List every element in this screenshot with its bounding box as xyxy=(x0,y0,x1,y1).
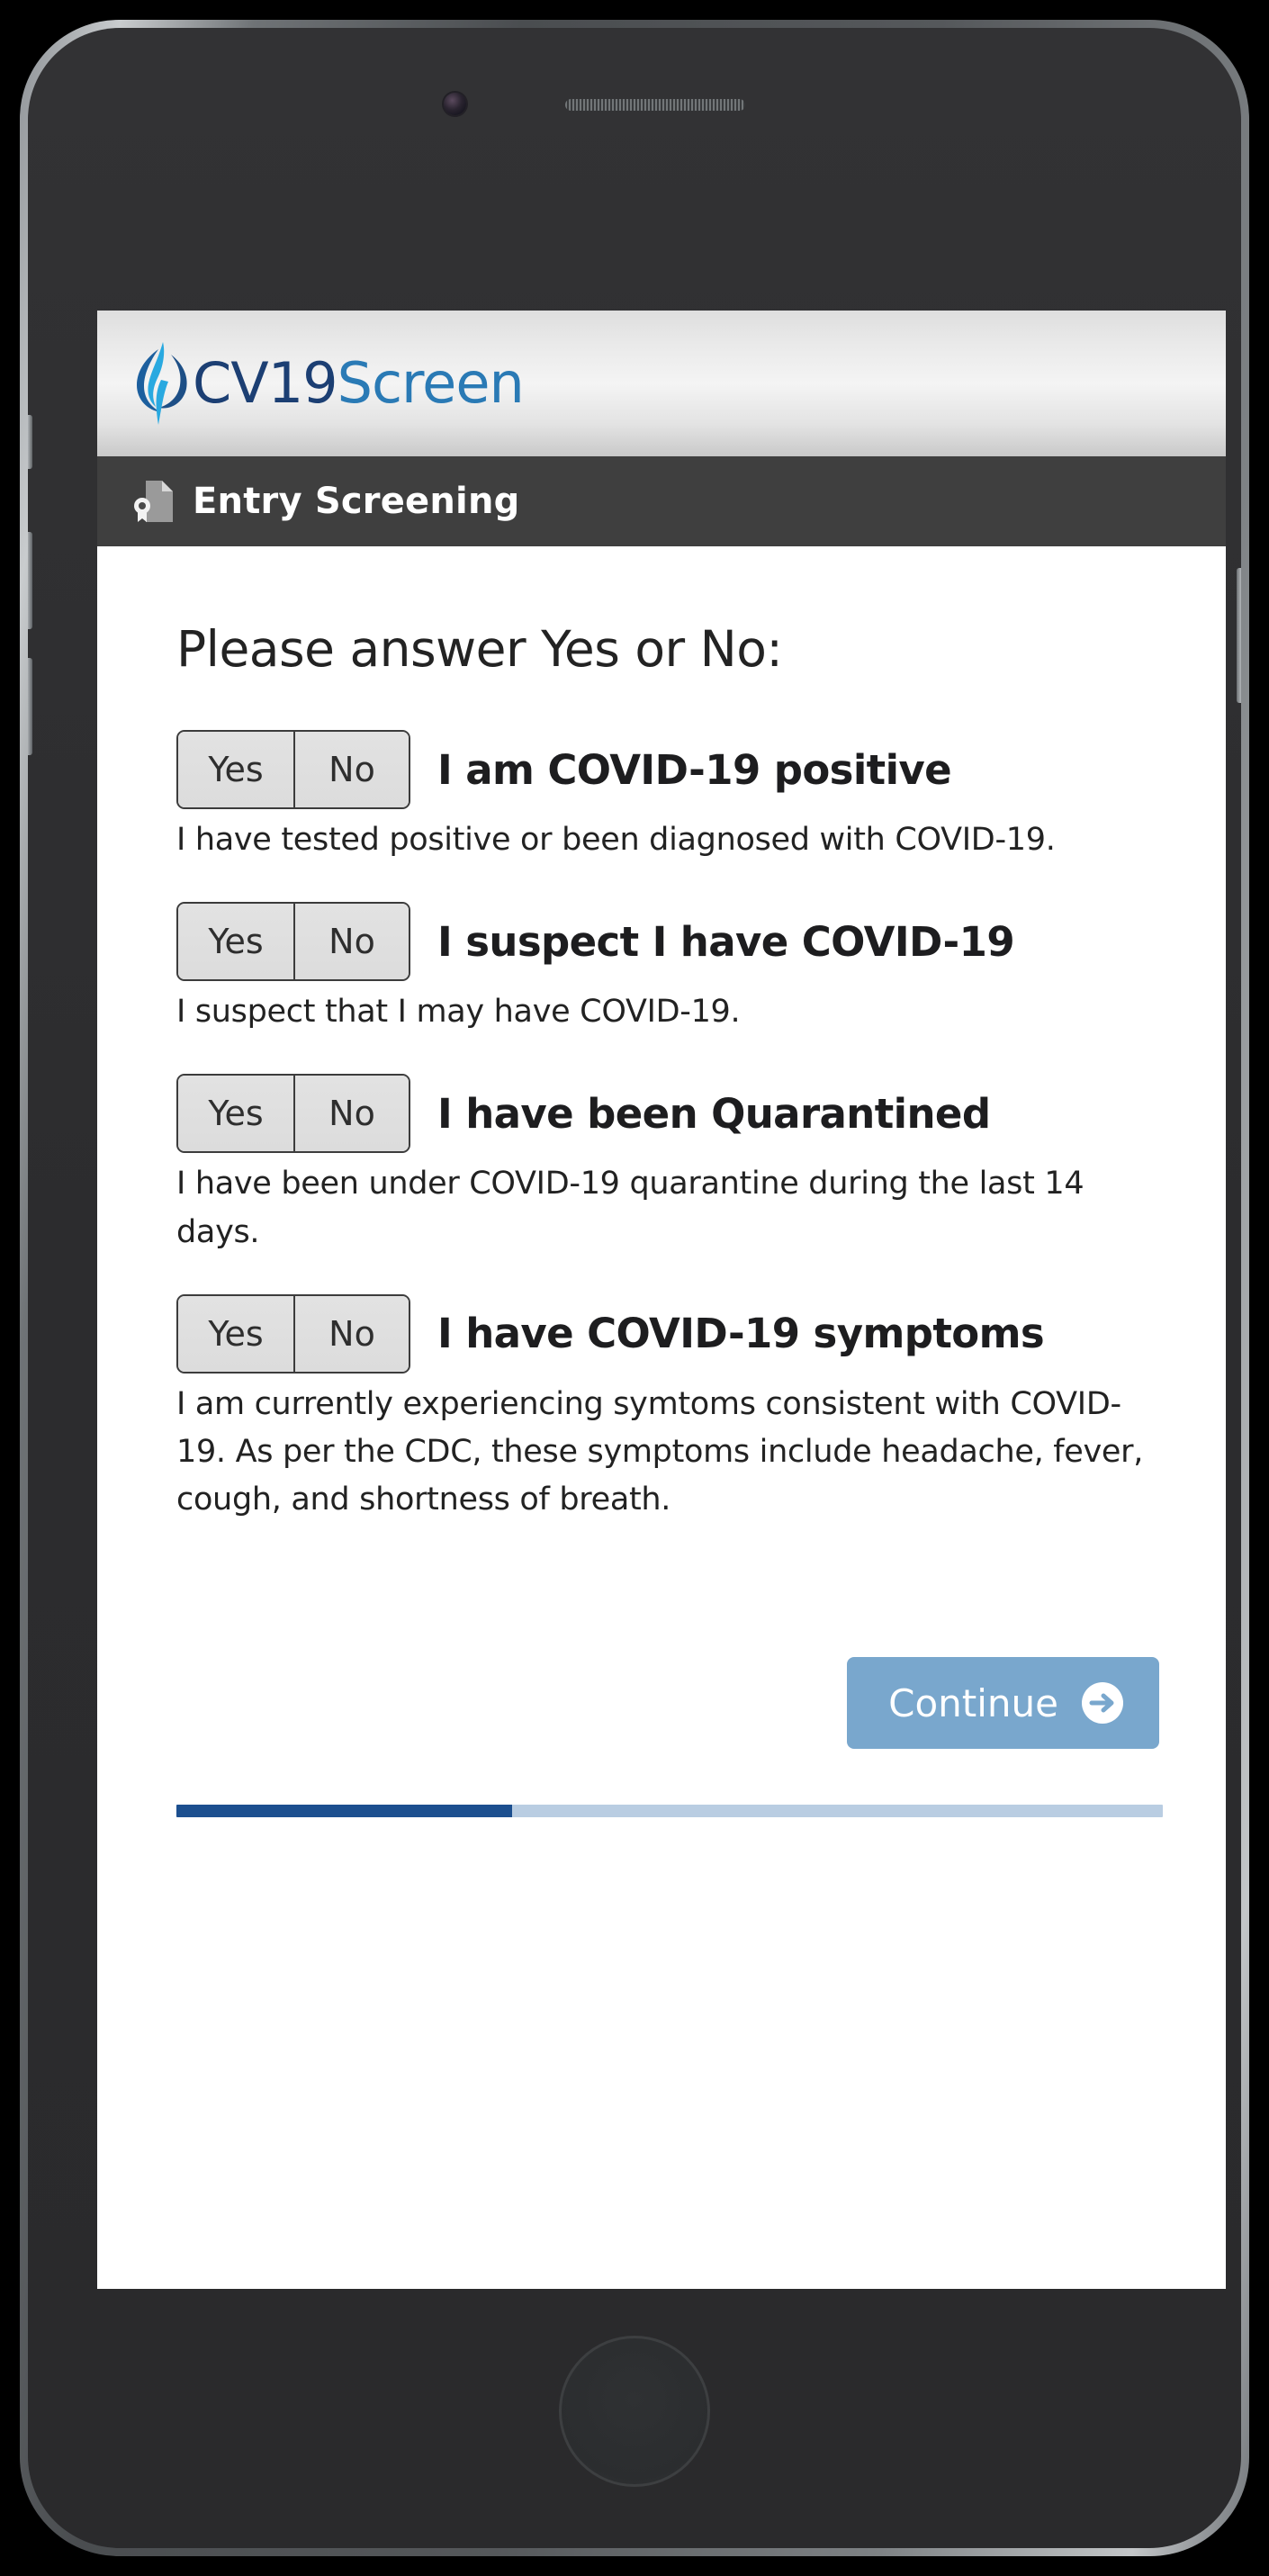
question-item: Yes No I am COVID-19 positive I have tes… xyxy=(176,730,1163,864)
logo-secondary-text: Screen xyxy=(337,350,525,416)
yes-no-toggle[interactable]: Yes No xyxy=(176,1074,410,1154)
screening-form: Please answer Yes or No: Yes No I am COV… xyxy=(97,546,1226,1818)
screenshot-stage: CV19Screen Entry Screening Please answer… xyxy=(0,0,1269,2576)
question-title: I suspect I have COVID-19 xyxy=(437,917,1015,966)
question-item: Yes No I suspect I have COVID-19 I suspe… xyxy=(176,902,1163,1036)
question-row: Yes No I have COVID-19 symptoms xyxy=(176,1293,1163,1374)
earpiece-speaker-icon xyxy=(565,99,745,111)
sensor-row xyxy=(28,78,1241,132)
question-row: Yes No I have been Quarantined xyxy=(176,1074,1163,1154)
volume-down-button[interactable] xyxy=(28,658,32,755)
page-title: Entry Screening xyxy=(193,481,520,522)
phone-screen: CV19Screen Entry Screening Please answer… xyxy=(97,311,1226,2289)
phone-body: CV19Screen Entry Screening Please answer… xyxy=(28,28,1241,2548)
no-option[interactable]: No xyxy=(293,1076,409,1152)
question-item: Yes No I have COVID-19 symptoms I am cur… xyxy=(176,1293,1163,1525)
no-option[interactable]: No xyxy=(293,732,409,807)
question-item: Yes No I have been Quarantined I have be… xyxy=(176,1074,1163,1256)
yes-no-toggle[interactable]: Yes No xyxy=(176,902,410,982)
continue-button[interactable]: Continue xyxy=(847,1657,1159,1750)
question-title: I have been Quarantined xyxy=(437,1089,991,1138)
page-title-bar: Entry Screening xyxy=(97,456,1226,546)
screening-document-icon xyxy=(134,481,173,522)
yes-option[interactable]: Yes xyxy=(178,1295,293,1372)
question-description: I have tested positive or been diagnosed… xyxy=(176,822,1056,858)
silent-switch[interactable] xyxy=(28,415,32,469)
form-actions: Continue xyxy=(176,1657,1163,1750)
question-description: I have been under COVID-19 quarantine du… xyxy=(176,1166,1084,1250)
form-heading: Please answer Yes or No: xyxy=(176,620,783,678)
progress-bar-track xyxy=(176,1805,1163,1818)
question-row: Yes No I am COVID-19 positive xyxy=(176,730,1163,809)
yes-option[interactable]: Yes xyxy=(178,1076,293,1152)
yes-option[interactable]: Yes xyxy=(178,732,293,807)
arrow-right-circle-icon xyxy=(1082,1682,1123,1725)
cv19-flame-logo-icon xyxy=(137,342,187,425)
yes-no-toggle[interactable]: Yes No xyxy=(176,730,410,809)
continue-button-label: Continue xyxy=(888,1680,1058,1725)
no-option[interactable]: No xyxy=(293,1295,409,1372)
camera-icon xyxy=(444,93,466,115)
question-description: I am currently experiencing symtoms cons… xyxy=(176,1385,1144,1518)
yes-option[interactable]: Yes xyxy=(178,904,293,980)
question-title: I am COVID-19 positive xyxy=(437,745,952,794)
logo-primary-text: CV19 xyxy=(193,350,338,416)
power-button[interactable] xyxy=(1237,568,1241,703)
question-row: Yes No I suspect I have COVID-19 xyxy=(176,902,1163,982)
volume-up-button[interactable] xyxy=(28,532,32,629)
app-logo[interactable]: CV19Screen xyxy=(131,340,525,427)
home-button[interactable] xyxy=(559,2336,710,2487)
progress-bar-fill xyxy=(176,1805,512,1818)
no-option[interactable]: No xyxy=(293,904,409,980)
phone-frame: CV19Screen Entry Screening Please answer… xyxy=(20,20,1249,2556)
question-description: I suspect that I may have COVID-19. xyxy=(176,994,741,1031)
app-header: CV19Screen xyxy=(97,311,1226,456)
yes-no-toggle[interactable]: Yes No xyxy=(176,1293,410,1374)
question-title: I have COVID-19 symptoms xyxy=(437,1310,1045,1358)
